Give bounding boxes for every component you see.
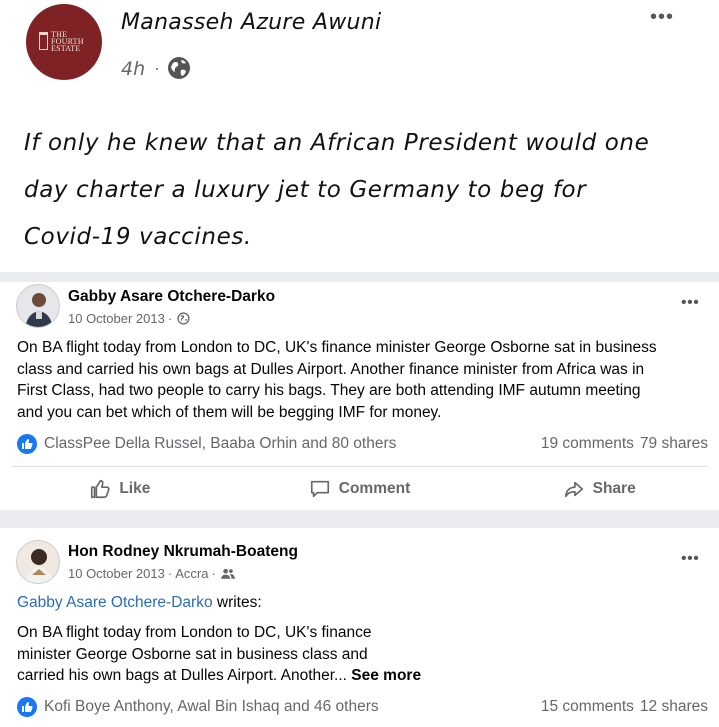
- thumbs-up-icon: [91, 479, 110, 499]
- reactions-summary[interactable]: Kofi Boye Anthony, Awal Bin Ishaq and 46…: [17, 697, 379, 717]
- top-post-text-line: Covid-19 vaccines.: [24, 224, 252, 250]
- logo-text: THE FOURTH ESTATE: [51, 31, 84, 53]
- post-body-line: and you can bet which of them will be be…: [17, 404, 442, 422]
- like-button[interactable]: Like: [0, 468, 240, 510]
- post-card-gabby: Gabby Asare Otchere-Darko 10 October 201…: [0, 282, 719, 510]
- top-post-text: If only he knew that an African Presiden…: [24, 120, 704, 261]
- post-location[interactable]: Accra: [175, 566, 208, 581]
- comment-label: Comment: [338, 480, 411, 497]
- globe-icon: [168, 57, 190, 79]
- post-date[interactable]: 10 October 2013: [68, 566, 165, 581]
- fourth-estate-logo[interactable]: THE FOURTH ESTATE: [26, 4, 102, 80]
- post-body-line: carried his own bags at Dulles Airport. …: [17, 667, 347, 685]
- avatar-photo-icon: [17, 541, 59, 583]
- meta-separator: ·: [211, 566, 216, 581]
- like-label: Like: [119, 480, 151, 497]
- top-post-separator: ·: [154, 58, 160, 78]
- divider: [12, 466, 707, 467]
- post-author[interactable]: Hon Rodney Nkrumah-Boateng: [68, 543, 298, 561]
- post-more-icon[interactable]: •••: [681, 550, 699, 568]
- post-stats: 19 comments 79 shares: [541, 435, 708, 453]
- post-more-icon[interactable]: •••: [681, 294, 699, 312]
- post-body-line: minister George Osborne sat in business …: [17, 645, 368, 663]
- share-button[interactable]: Share: [479, 468, 719, 510]
- avatar-photo-icon: [17, 285, 59, 327]
- avatar[interactable]: [16, 540, 60, 584]
- share-label: Share: [592, 480, 636, 497]
- top-post: THE FOURTH ESTATE Manasseh Azure Awuni 4…: [0, 0, 719, 272]
- reactions-text: ClassPee Della Russel, Baaba Orhin and 8…: [44, 435, 397, 452]
- writes-label: writes:: [212, 594, 262, 611]
- post-actions: Like Comment Share: [0, 468, 719, 510]
- comment-icon: [310, 480, 329, 498]
- post-body-line: First Class, had two people to carry his…: [17, 382, 641, 400]
- friends-icon: [220, 568, 235, 579]
- meta-separator: ·: [167, 311, 173, 326]
- post-body: On BA flight today from London to DC, UK…: [17, 337, 657, 424]
- column-icon: [39, 32, 48, 50]
- reactions-text: Kofi Boye Anthony, Awal Bin Ishaq and 46…: [44, 698, 379, 715]
- post-body-line: On BA flight today from London to DC, UK…: [17, 624, 372, 641]
- post-body-line: On BA flight today from London to DC, UK…: [17, 339, 657, 356]
- top-post-time[interactable]: 4h: [121, 58, 145, 80]
- top-post-text-line: If only he knew that an African Presiden…: [24, 130, 650, 156]
- top-post-more-icon[interactable]: •••: [650, 6, 674, 29]
- post-body: On BA flight today from London to DC, UK…: [17, 622, 421, 687]
- like-reaction-icon: [17, 434, 37, 454]
- shares-count[interactable]: 12 shares: [640, 698, 708, 716]
- post-date[interactable]: 10 October 2013: [68, 311, 165, 326]
- shared-from-link[interactable]: Gabby Asare Otchere-Darko: [17, 594, 213, 611]
- post-body-line: class and carried his own bags at Dulles…: [17, 360, 645, 378]
- shared-from-line: Gabby Asare Otchere-Darko writes:: [17, 592, 262, 614]
- like-reaction-icon: [17, 697, 37, 717]
- meta-separator: ·: [167, 566, 173, 581]
- comments-count[interactable]: 15 comments: [541, 698, 634, 716]
- post-card-rodney: Hon Rodney Nkrumah-Boateng 10 October 20…: [0, 528, 719, 727]
- comments-count[interactable]: 19 comments: [541, 435, 634, 453]
- globe-icon: [177, 312, 190, 325]
- feed-gap: [0, 272, 719, 282]
- top-post-author[interactable]: Manasseh Azure Awuni: [121, 10, 381, 35]
- feed-gap: [0, 510, 719, 528]
- post-meta: 10 October 2013 ·: [68, 311, 190, 326]
- post-author[interactable]: Gabby Asare Otchere-Darko: [68, 288, 275, 306]
- avatar[interactable]: [16, 284, 60, 328]
- post-stats: 15 comments 12 shares: [541, 698, 708, 716]
- comment-button[interactable]: Comment: [240, 468, 480, 510]
- shares-count[interactable]: 79 shares: [640, 435, 708, 453]
- share-icon: [564, 481, 583, 498]
- top-post-text-line: day charter a luxury jet to Germany to b…: [24, 177, 587, 203]
- reactions-summary[interactable]: ClassPee Della Russel, Baaba Orhin and 8…: [17, 434, 396, 454]
- post-meta: 10 October 2013 · Accra ·: [68, 566, 235, 581]
- see-more-link[interactable]: See more: [351, 667, 421, 684]
- logo-text-line: ESTATE: [51, 44, 81, 53]
